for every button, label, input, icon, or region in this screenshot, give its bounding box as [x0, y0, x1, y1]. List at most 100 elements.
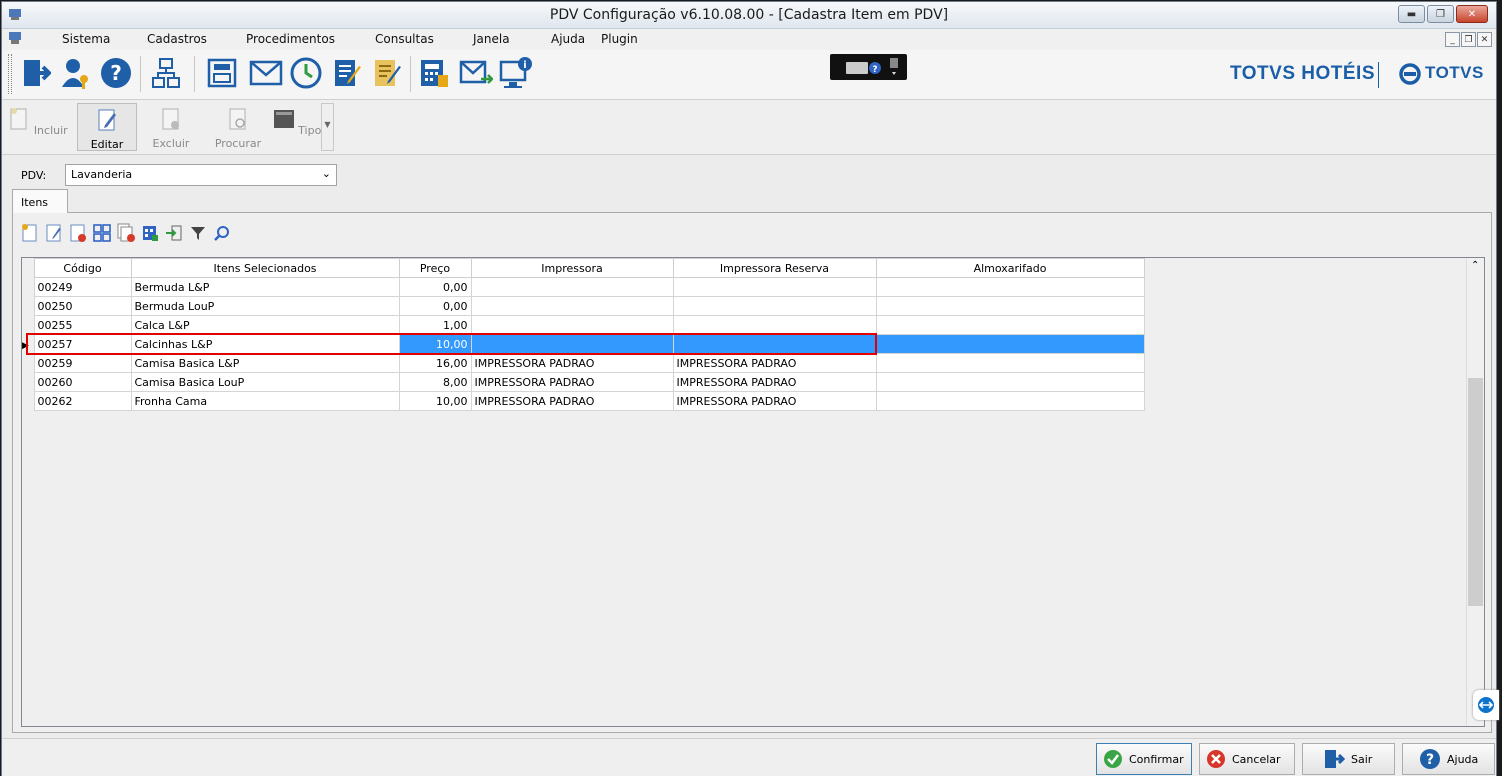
cell-impressora[interactable]: IMPRESSORA PADRAO [470, 353, 674, 373]
cell-item[interactable]: Bermuda LouP [130, 296, 400, 316]
cell-impressora[interactable]: IMPRESSORA PADRAO [470, 391, 674, 411]
mdi-close-button[interactable]: ✕ [1477, 32, 1492, 47]
restore-button[interactable]: ❐ [1427, 5, 1454, 23]
excluir-button[interactable]: Excluir [141, 103, 201, 151]
cell-item[interactable]: Camisa Basica LouP [130, 372, 400, 392]
remote-support-badge[interactable] [1473, 690, 1499, 720]
procurar-button[interactable]: Procurar [208, 103, 268, 151]
cell-impressora-reserva[interactable]: IMPRESSORA PADRAO [672, 353, 877, 373]
import-icon[interactable] [163, 221, 185, 245]
cell-codigo[interactable]: 00262 [33, 391, 132, 411]
cell-codigo[interactable]: 00250 [33, 296, 132, 316]
cell-impressora-reserva[interactable] [672, 277, 877, 297]
cell-almoxarifado[interactable] [875, 315, 1145, 335]
cell-preco[interactable]: 8,00 [398, 372, 472, 392]
editar-button[interactable]: Editar [77, 103, 137, 151]
cell-almoxarifado[interactable] [875, 277, 1145, 297]
cell-codigo[interactable]: 00260 [33, 372, 132, 392]
cell-almoxarifado[interactable] [875, 334, 1145, 354]
menu-janela[interactable]: Janela [473, 32, 510, 46]
table-row[interactable]: 00262 Fronha Cama 10,00 IMPRESSORA PADRAO IM… [22, 391, 1145, 411]
cell-codigo[interactable]: 00255 [33, 315, 132, 335]
menu-consultas[interactable]: Consultas [375, 32, 434, 46]
table-row[interactable]: 00255 Calca L&P 1,00 [22, 315, 1145, 335]
cell-almoxarifado[interactable] [875, 372, 1145, 392]
col-header-almoxarifado[interactable]: Almoxarifado [875, 258, 1145, 278]
remove-all-icon[interactable] [115, 221, 137, 245]
col-header-impressora-reserva[interactable]: Impressora Reserva [672, 258, 877, 278]
cell-impressora[interactable] [470, 277, 674, 297]
cell-preco[interactable]: 10,00 [398, 391, 472, 411]
filter-icon[interactable] [187, 221, 209, 245]
cell-impressora-reserva[interactable] [672, 315, 877, 335]
help-icon[interactable]: ? [98, 54, 134, 92]
org-chart-icon[interactable] [148, 54, 184, 92]
tipo-dropdown-arrow[interactable]: ▼ [321, 103, 334, 151]
cancelar-button[interactable]: Cancelar [1199, 743, 1295, 775]
history-icon[interactable] [288, 54, 324, 92]
cell-impressora-reserva[interactable]: IMPRESSORA PADRAO [672, 391, 877, 411]
minimize-button[interactable]: ▬ [1398, 5, 1425, 23]
tab-itens[interactable]: Itens [12, 189, 68, 214]
cell-impressora[interactable]: IMPRESSORA PADRAO [470, 372, 674, 392]
edit-row-icon[interactable] [43, 221, 65, 245]
tipo-button[interactable]: Tipo [272, 103, 322, 151]
pdv-select[interactable]: Lavanderia ⌄ [65, 164, 337, 186]
col-header-itens[interactable]: Itens Selecionados [130, 258, 400, 278]
grid-view-icon[interactable] [91, 221, 113, 245]
keyboard-widget[interactable]: ? [830, 54, 907, 80]
cell-almoxarifado[interactable] [875, 353, 1145, 373]
cell-codigo[interactable]: 00259 [33, 353, 132, 373]
cell-almoxarifado[interactable] [875, 391, 1145, 411]
search-icon[interactable] [211, 221, 233, 245]
edit-list-icon[interactable] [330, 54, 366, 92]
user-key-icon[interactable] [58, 54, 94, 92]
cell-impressora[interactable] [470, 315, 674, 335]
cell-impressora[interactable] [470, 296, 674, 316]
scroll-up-icon[interactable]: ⌃ [1471, 260, 1479, 271]
menu-plugin[interactable]: Plugin [601, 32, 638, 46]
cell-item[interactable]: Bermuda L&P [130, 277, 400, 297]
computer-info-icon[interactable]: i [498, 54, 534, 92]
close-button[interactable]: ✕ [1456, 5, 1488, 23]
mdi-restore-button[interactable]: ❐ [1461, 32, 1476, 47]
spreadsheet-icon[interactable] [139, 221, 161, 245]
confirmar-button[interactable]: Confirmar [1096, 743, 1192, 775]
cell-preco[interactable]: 16,00 [398, 353, 472, 373]
cell-codigo[interactable]: 00249 [33, 277, 132, 297]
edit-document-icon[interactable] [370, 54, 406, 92]
add-row-icon[interactable] [19, 221, 41, 245]
cell-almoxarifado[interactable] [875, 296, 1145, 316]
cell-preco[interactable]: 0,00 [398, 277, 472, 297]
delete-row-icon[interactable] [67, 221, 89, 245]
cell-item[interactable]: Camisa Basica L&P [130, 353, 400, 373]
items-grid[interactable]: Código Itens Selecionados Preço Impresso… [21, 257, 1485, 727]
mdi-minimize-button[interactable]: _ [1445, 32, 1460, 47]
scrollbar-thumb[interactable] [1468, 378, 1483, 606]
menu-ajuda[interactable]: Ajuda [551, 32, 585, 46]
cell-item[interactable]: Fronha Cama [130, 391, 400, 411]
vertical-scrollbar[interactable]: ⌃ [1466, 258, 1484, 726]
sair-button[interactable]: Sair [1302, 743, 1395, 775]
logout-icon[interactable] [18, 54, 54, 92]
col-header-impressora[interactable]: Impressora [470, 258, 674, 278]
cell-item[interactable]: Calca L&P [130, 315, 400, 335]
ajuda-button[interactable]: ? Ajuda [1402, 743, 1495, 775]
cell-preco[interactable]: 1,00 [398, 315, 472, 335]
col-header-codigo[interactable]: Código [33, 258, 132, 278]
mail-icon[interactable] [248, 54, 284, 92]
cell-preco[interactable]: 0,00 [398, 296, 472, 316]
menu-cadastros[interactable]: Cadastros [147, 32, 207, 46]
table-row[interactable]: 00250 Bermuda LouP 0,00 [22, 296, 1145, 316]
table-row[interactable]: 00259 Camisa Basica L&P 16,00 IMPRESSORA PA… [22, 353, 1145, 373]
menu-procedimentos[interactable]: Procedimentos [246, 32, 335, 46]
cell-impressora-reserva[interactable] [672, 296, 877, 316]
table-row[interactable]: 00260 Camisa Basica LouP 8,00 IMPRESSORA PA… [22, 372, 1145, 392]
calculator-icon[interactable] [416, 54, 452, 92]
send-mail-icon[interactable] [458, 54, 494, 92]
incluir-button[interactable]: Incluir [8, 103, 68, 151]
menu-sistema[interactable]: Sistema [62, 32, 110, 46]
cell-impressora-reserva[interactable]: IMPRESSORA PADRAO [672, 372, 877, 392]
table-row[interactable]: 00249 Bermuda L&P 0,00 [22, 277, 1145, 297]
col-header-preco[interactable]: Preço [398, 258, 472, 278]
